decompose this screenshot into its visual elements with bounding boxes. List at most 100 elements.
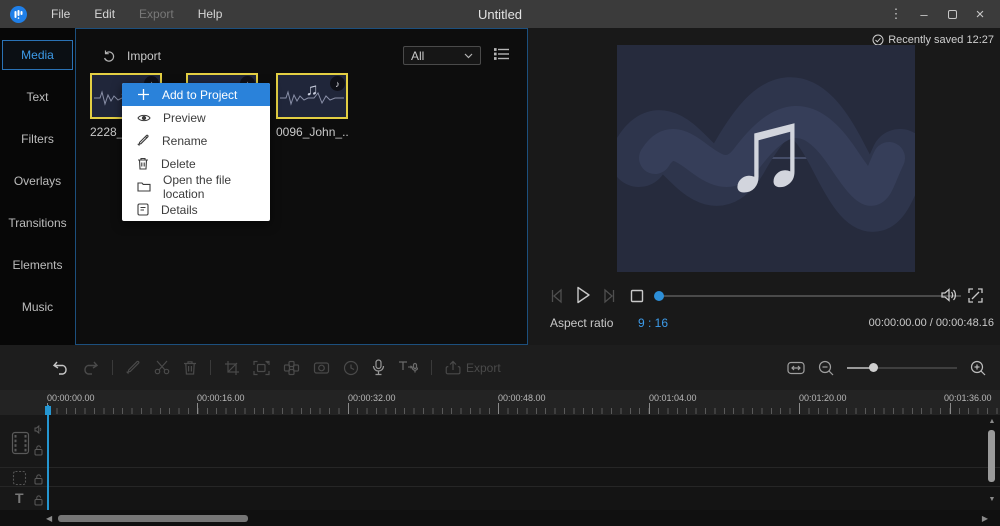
track-lock-icon xyxy=(34,474,43,485)
pip-track-icon xyxy=(12,470,27,486)
export-button[interactable]: Export xyxy=(445,360,501,376)
ruler-label: 00:00:32.00 xyxy=(348,393,396,403)
zoom-out-button[interactable] xyxy=(818,360,834,376)
fullscreen-button[interactable] xyxy=(968,288,983,303)
context-menu-add-to-project[interactable]: Add to Project xyxy=(122,83,270,106)
edit-button[interactable] xyxy=(126,360,141,375)
toolbar-separator xyxy=(210,360,211,375)
toolbar-separator xyxy=(112,360,113,375)
sidebar-item-transitions[interactable]: Transitions xyxy=(2,208,73,238)
play-button[interactable] xyxy=(573,285,593,305)
context-menu: Add to Project Preview Rename Delete Ope… xyxy=(122,83,270,221)
track-lock-icon xyxy=(34,445,43,456)
ruler-label: 00:00:16.00 xyxy=(197,393,245,403)
menu-help[interactable]: Help xyxy=(198,7,223,21)
duration-button[interactable] xyxy=(343,360,359,376)
text-to-speech-button[interactable] xyxy=(398,360,418,375)
media-filter-dropdown[interactable]: All xyxy=(403,46,481,65)
menu-file[interactable]: File xyxy=(51,7,70,21)
details-icon xyxy=(137,203,149,216)
media-item[interactable]: ♫ ♪ 0096_John_... xyxy=(276,73,348,139)
sidebar-item-overlays[interactable]: Overlays xyxy=(2,166,73,196)
playback-progress-handle[interactable] xyxy=(654,291,664,301)
ruler-label: 00:01:36.00 xyxy=(944,393,992,403)
volume-button[interactable] xyxy=(940,287,958,303)
vertical-scrollbar-thumb[interactable] xyxy=(988,430,995,482)
horizontal-scrollbar[interactable]: ◀ ▶ xyxy=(0,510,1000,526)
music-note-graphic: ♫ xyxy=(721,84,811,216)
zoom-button[interactable] xyxy=(253,360,270,376)
scroll-down-icon[interactable]: ▼ xyxy=(987,496,997,503)
delete-button[interactable] xyxy=(183,360,197,375)
scroll-right-icon[interactable]: ▶ xyxy=(982,514,988,523)
plus-icon xyxy=(138,89,149,100)
sidebar-item-filters[interactable]: Filters xyxy=(2,124,73,154)
previous-frame-button[interactable] xyxy=(550,288,566,304)
voiceover-button[interactable] xyxy=(372,359,385,376)
timeline-zoom-slider[interactable] xyxy=(847,362,957,372)
zoom-in-button[interactable] xyxy=(970,360,986,376)
playhead-line[interactable] xyxy=(47,405,49,510)
ruler-label: 00:01:04.00 xyxy=(649,393,697,403)
more-options-icon[interactable]: ⋮ xyxy=(884,3,908,25)
freeze-frame-button[interactable] xyxy=(313,361,330,375)
sidebar-item-text[interactable]: Text xyxy=(2,82,73,112)
pip-track-header xyxy=(0,468,48,486)
maximize-icon xyxy=(947,9,957,19)
ruler-label: 00:00:48.00 xyxy=(498,393,546,403)
next-frame-button[interactable] xyxy=(600,288,616,304)
sidebar-item-music[interactable]: Music xyxy=(2,292,73,322)
app-logo-icon xyxy=(10,5,27,23)
crop-button[interactable] xyxy=(224,360,240,376)
aspect-ratio-label: Aspect ratio xyxy=(550,316,614,330)
context-menu-preview[interactable]: Preview xyxy=(122,106,270,129)
aspect-ratio-value[interactable]: 9 : 16 xyxy=(638,316,668,330)
scroll-up-icon[interactable]: ▲ xyxy=(987,418,997,425)
pip-track[interactable] xyxy=(0,468,1000,487)
track-lock-icon xyxy=(34,495,43,506)
stop-button[interactable] xyxy=(630,289,644,303)
fit-timeline-button[interactable] xyxy=(787,361,805,375)
chevron-down-icon xyxy=(464,53,473,58)
close-button[interactable]: × xyxy=(968,3,992,25)
vertical-scrollbar[interactable]: ▲ ▼ xyxy=(987,418,997,508)
track-mute-icon xyxy=(34,425,42,434)
import-icon xyxy=(104,50,115,62)
context-menu-details[interactable]: Details xyxy=(122,198,270,221)
titlebar: File Edit Export Help Untitled ⋮ – × xyxy=(0,0,1000,28)
playback-progress-slider[interactable] xyxy=(654,291,961,301)
video-track-icon xyxy=(11,431,30,455)
app-window: File Edit Export Help Untitled ⋮ – × Med… xyxy=(0,0,1000,526)
text-track[interactable]: T xyxy=(0,487,1000,510)
sidebar-item-media[interactable]: Media xyxy=(2,40,73,70)
eye-icon xyxy=(137,114,151,121)
sidebar-item-elements[interactable]: Elements xyxy=(2,250,73,280)
playback-controls xyxy=(528,284,1000,308)
ruler-label: 00:00:00.00 xyxy=(47,393,95,403)
trash-icon xyxy=(138,157,148,170)
horizontal-scrollbar-thumb[interactable] xyxy=(58,515,248,522)
scroll-left-icon[interactable]: ◀ xyxy=(46,514,52,523)
ruler-label: 00:01:20.00 xyxy=(799,393,847,403)
timeline-tracks: T xyxy=(0,415,1000,510)
timeline-ruler[interactable]: 00:00:00.00 00:00:16.00 00:00:32.00 00:0… xyxy=(0,390,1000,415)
timeline-zoom-handle[interactable] xyxy=(869,362,878,372)
maximize-button[interactable] xyxy=(940,3,964,25)
audio-badge-icon: ♪ xyxy=(330,76,345,91)
context-menu-open-file-location[interactable]: Open the file location xyxy=(122,173,270,201)
export-icon xyxy=(445,360,461,374)
undo-button[interactable] xyxy=(52,360,69,375)
list-view-button[interactable] xyxy=(494,47,510,61)
toolbar-separator xyxy=(431,360,432,375)
minimize-button[interactable]: – xyxy=(912,3,936,25)
media-item-name: 0096_John_... xyxy=(276,125,348,139)
cut-button[interactable] xyxy=(154,360,170,375)
import-button[interactable]: Import xyxy=(102,49,161,63)
menu-export: Export xyxy=(139,7,174,21)
menu-edit[interactable]: Edit xyxy=(94,7,115,21)
video-track[interactable] xyxy=(0,415,1000,468)
context-menu-rename[interactable]: Rename xyxy=(122,129,270,152)
preview-viewport: ♫ xyxy=(617,45,915,272)
mosaic-button[interactable] xyxy=(283,360,300,376)
redo-button[interactable] xyxy=(82,360,99,375)
